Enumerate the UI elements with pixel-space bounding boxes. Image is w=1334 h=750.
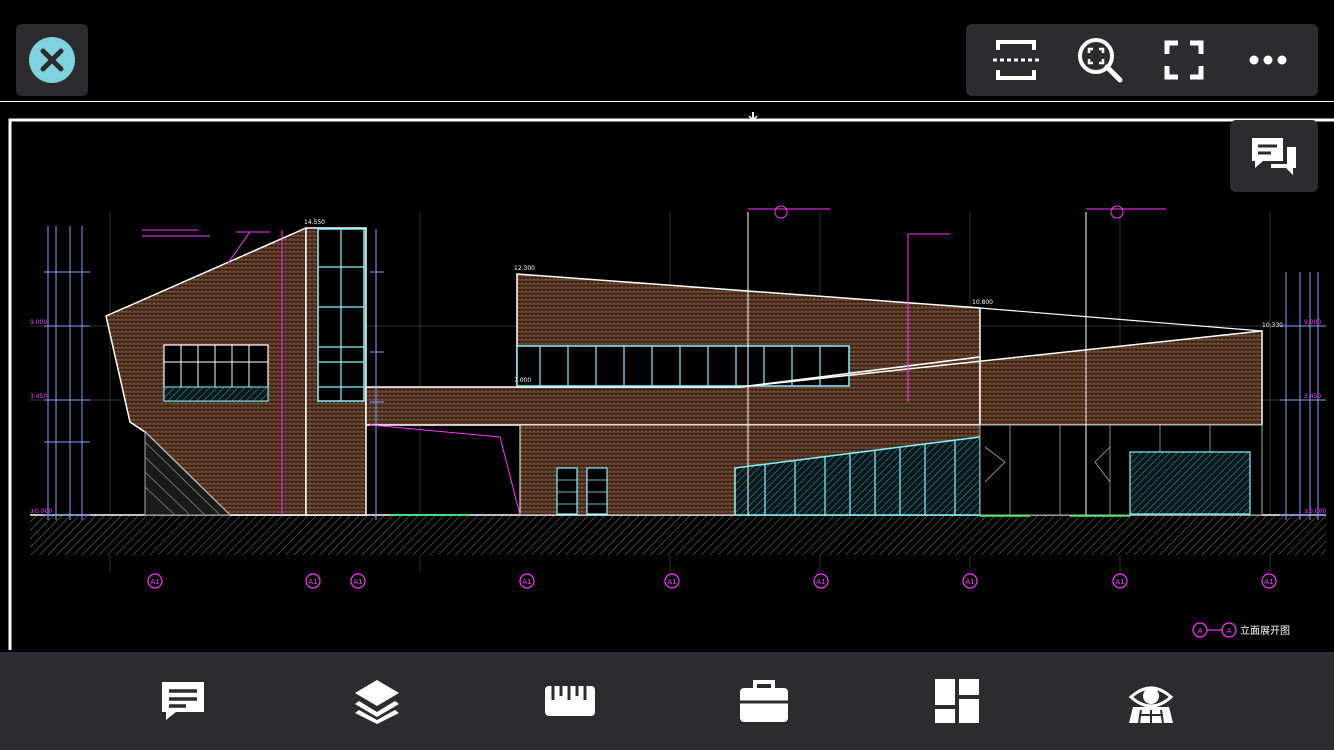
axis-label: A1: [353, 578, 362, 586]
layout-icon: [935, 679, 980, 723]
toolbox-button[interactable]: [731, 668, 797, 734]
frame-select-icon: [993, 40, 1039, 80]
title-axis-end: A: [1227, 627, 1232, 635]
comment-icon: [162, 682, 204, 720]
axis-label: A1: [522, 578, 531, 586]
level-label: 9.000: [30, 319, 47, 326]
axis-label: A1: [965, 578, 974, 586]
cad-drawing-canvas[interactable]: A1 A1 A1 A1 A1 A1 A1 A1 A1 A A 立面展开图 9.0…: [0, 102, 1334, 652]
layers-button[interactable]: [344, 668, 410, 734]
height-label: 10.330: [1262, 322, 1283, 329]
height-label: 10.800: [972, 299, 993, 306]
frame-select-button[interactable]: [986, 30, 1046, 90]
layers-icon: [354, 680, 399, 724]
close-icon: [29, 37, 75, 83]
level-label: 3.450: [30, 393, 47, 400]
axis-label: A1: [816, 578, 825, 586]
fullscreen-button[interactable]: [1154, 30, 1214, 90]
level-label: ±0.000: [1304, 508, 1326, 515]
height-label: 7.000: [514, 377, 531, 384]
level-label: ±0.000: [30, 508, 52, 515]
title-axis-start: A: [1198, 627, 1203, 635]
view-3d-icon: [1128, 686, 1174, 724]
elevation-title: 立面展开图: [1240, 624, 1290, 637]
layout-button[interactable]: [924, 668, 990, 734]
zoom-window-icon: [1078, 38, 1123, 83]
height-label: 14.550: [304, 219, 325, 226]
ruler-icon: [545, 686, 596, 716]
level-label: 3.450: [1304, 393, 1321, 400]
annotation-button[interactable]: [150, 668, 216, 734]
view-3d-button[interactable]: [1118, 668, 1184, 734]
close-button[interactable]: [16, 24, 88, 96]
bottom-toolbar: [0, 652, 1334, 750]
measure-button[interactable]: [537, 668, 603, 734]
axis-label: A1: [1264, 578, 1273, 586]
level-label: 9.000: [1304, 319, 1321, 326]
zoom-window-button[interactable]: [1070, 30, 1130, 90]
chat-button[interactable]: [1230, 120, 1318, 192]
axis-label: A1: [1115, 578, 1124, 586]
axis-label: A1: [150, 578, 159, 586]
axis-label: A1: [308, 578, 317, 586]
toolbox-icon: [739, 680, 788, 722]
chat-icon: [1252, 138, 1296, 175]
height-label: 12.300: [514, 265, 535, 272]
more-button[interactable]: [1238, 30, 1298, 90]
axis-label: A1: [667, 578, 676, 586]
view-toolbar: [966, 24, 1318, 96]
more-icon: [1249, 55, 1287, 65]
fullscreen-icon: [1164, 40, 1204, 80]
